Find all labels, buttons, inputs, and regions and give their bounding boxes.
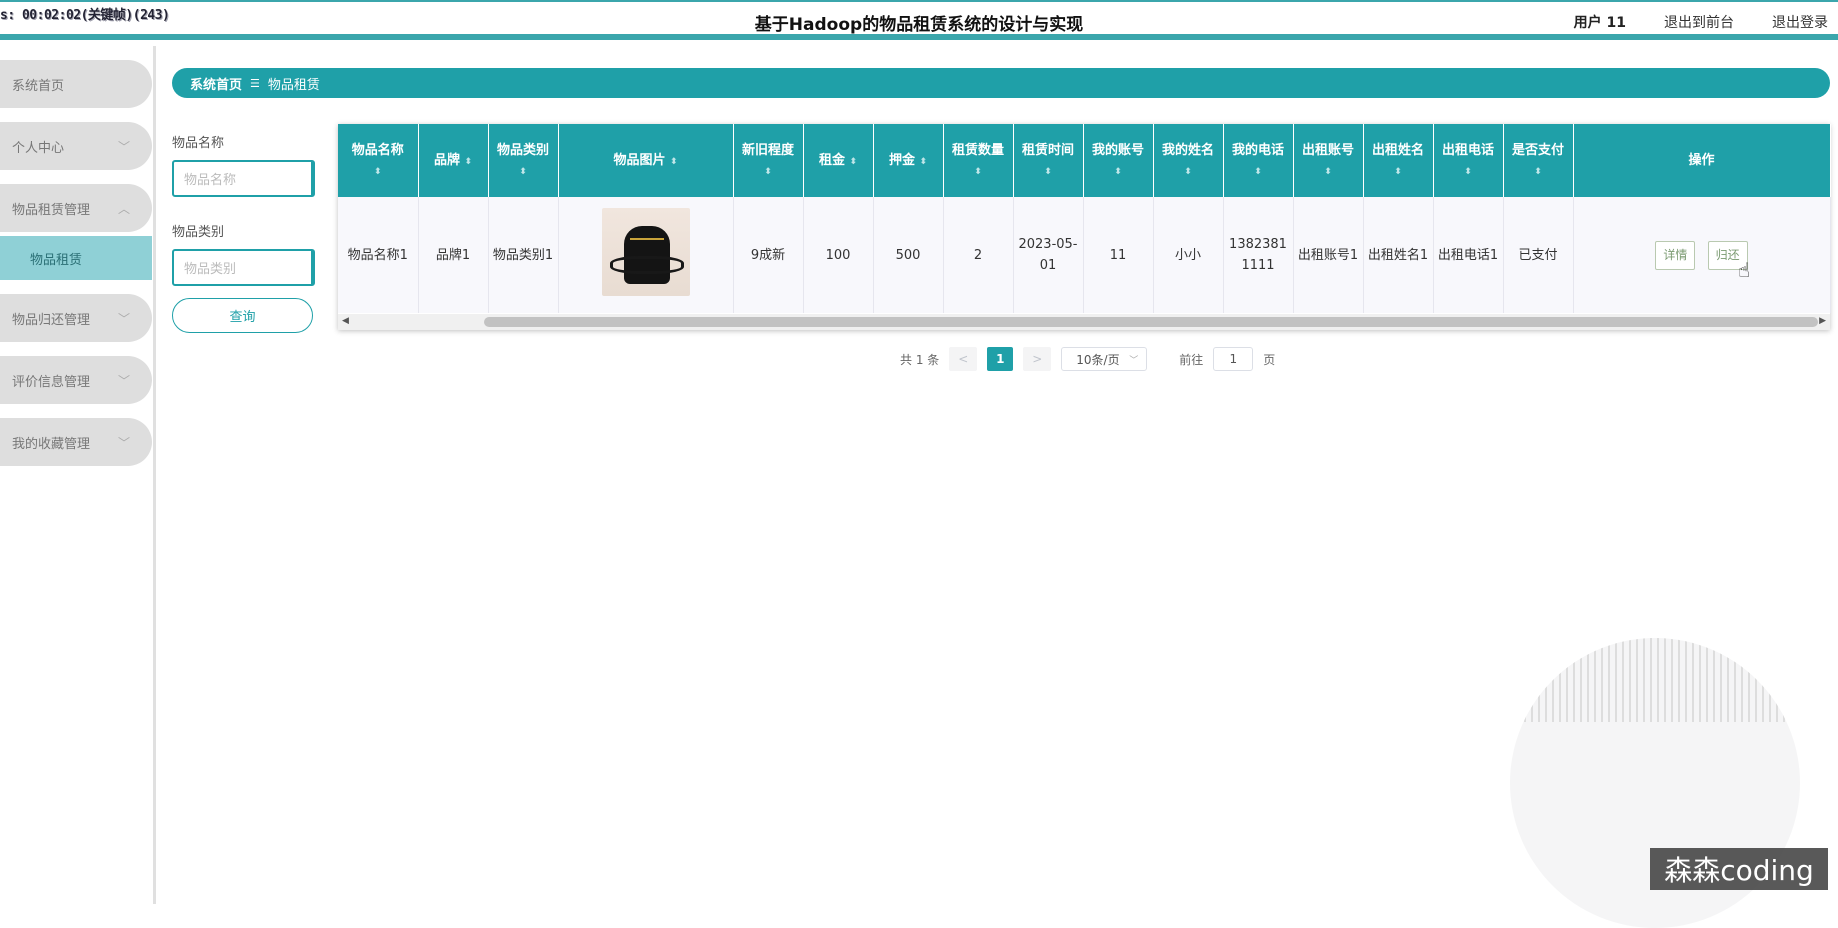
chevron-down-icon: ﹀ — [1129, 355, 1139, 366]
col-header-actions: 操作 — [1573, 124, 1831, 197]
sidebar-item-favorites-management[interactable]: 我的收藏管理 ﹀ — [0, 418, 152, 466]
col-header[interactable]: 我的电话 ⬍ — [1223, 124, 1294, 197]
cell-rent: 100 — [803, 197, 874, 313]
col-header[interactable]: 租赁数量 ⬍ — [943, 124, 1014, 197]
sidebar-item-review-management[interactable]: 评价信息管理 ﹀ — [0, 356, 152, 404]
scroll-right-icon[interactable]: ▶ — [1819, 316, 1826, 326]
sidebar: 系统首页 个人中心 ﹀ 物品租赁管理 ︿ 物品租赁 物品归还管理 ﹀ 评价信息管… — [0, 46, 156, 904]
decorative-stripes — [1510, 638, 1800, 722]
cell-deposit: 500 — [873, 197, 944, 313]
detail-button[interactable]: 详情 — [1655, 240, 1696, 270]
col-header[interactable]: 物品类别 ⬍ — [488, 124, 559, 197]
current-user: 用户 11 — [1573, 15, 1626, 31]
chevron-down-icon: ﹀ — [117, 311, 130, 326]
prev-page-button[interactable]: < — [949, 347, 978, 371]
col-header[interactable]: 租赁时间 ⬍ — [1013, 124, 1084, 197]
col-header[interactable]: 新旧程度 ⬍ — [733, 124, 804, 197]
cell-quantity: 2 — [943, 197, 1014, 313]
breadcrumb-current: 物品租赁 — [267, 77, 320, 93]
col-header[interactable]: 出租姓名 ⬍ — [1363, 124, 1434, 197]
col-header[interactable]: 我的账号 ⬍ — [1083, 124, 1154, 197]
cell-my-account: 11 — [1083, 197, 1154, 313]
scrollbar-thumb[interactable] — [484, 317, 1818, 327]
col-header[interactable]: 出租电话 ⬍ — [1433, 124, 1504, 197]
next-page-button[interactable]: > — [1023, 347, 1052, 371]
cell-category: 物品类别1 — [488, 197, 559, 313]
sidebar-item-label: 评价信息管理 — [12, 374, 91, 390]
cell-actions: 详情 归还 — [1573, 197, 1831, 313]
exit-to-front-link[interactable]: 退出到前台 — [1664, 12, 1734, 32]
col-header[interactable]: 物品名称 ⬍ — [338, 124, 419, 197]
col-header[interactable]: 品牌 ⬍ — [418, 124, 489, 197]
breadcrumb-home[interactable]: 系统首页 — [190, 74, 242, 93]
top-bar: s: 00:02:02(关键帧)(243) 基于Hadoop的物品租赁系统的设计… — [0, 0, 1838, 40]
cell-owner-name: 出租姓名1 — [1363, 197, 1434, 313]
col-header[interactable]: 出租账号 ⬍ — [1293, 124, 1364, 197]
watermark: 森森coding — [1650, 848, 1828, 890]
col-header[interactable]: 押金 ⬍ — [873, 124, 944, 197]
header-actions: 用户 11 退出到前台 退出登录 — [1574, 12, 1828, 32]
chevron-up-icon: ︿ — [117, 201, 130, 216]
chevron-down-icon: ﹀ — [117, 139, 130, 154]
bag-shape — [623, 225, 670, 284]
bag-strap — [609, 255, 684, 274]
goto-label: 前往 — [1179, 352, 1204, 367]
chevron-down-icon: ﹀ — [117, 435, 130, 450]
col-header[interactable]: 我的姓名 ⬍ — [1153, 124, 1224, 197]
goto-page-input[interactable]: 1 — [1213, 347, 1254, 371]
horizontal-scrollbar[interactable]: ◀ ▶ — [338, 314, 1830, 330]
cell-date: 2023-05-01 — [1013, 197, 1084, 313]
page-size-select[interactable]: 10条/页 ﹀ — [1061, 347, 1148, 371]
page-size-value: 10条/页 — [1076, 352, 1120, 367]
category-label: 物品类别 — [172, 225, 225, 240]
breadcrumb: 系统首页 ☰ 物品租赁 — [172, 68, 1830, 98]
current-page[interactable]: 1 — [987, 347, 1014, 371]
sidebar-item-label: 个人中心 — [12, 140, 65, 156]
cell-image — [558, 197, 734, 313]
sidebar-item-label: 物品租赁管理 — [12, 202, 91, 218]
hand-pointer-icon: ☝ — [1738, 258, 1751, 282]
item-name-input[interactable]: 物品名称 — [172, 160, 315, 197]
sidebar-item-rental[interactable]: 物品租赁 — [0, 236, 152, 280]
col-header[interactable]: 物品图片 ⬍ — [558, 124, 734, 197]
cell-name: 物品名称1 — [338, 197, 419, 313]
cell-owner-account: 出租账号1 — [1293, 197, 1364, 313]
item-photo[interactable] — [601, 207, 690, 296]
search-button[interactable]: 查询 — [172, 298, 313, 333]
col-header[interactable]: 租金 ⬍ — [803, 124, 874, 197]
sidebar-item-label: 物品归还管理 — [12, 312, 91, 328]
breadcrumb-separator: ☰ — [250, 76, 260, 90]
table-header-row: 物品名称 ⬍ 品牌 ⬍ 物品类别 ⬍ 物品图片 ⬍ 新旧程度 ⬍ 租金 ⬍ 押金 ⬍ … — [338, 124, 1831, 197]
sidebar-item-rental-management[interactable]: 物品租赁管理 ︿ — [0, 184, 152, 232]
col-header[interactable]: 是否支付 ⬍ — [1503, 124, 1574, 197]
name-label: 物品名称 — [172, 136, 225, 151]
pagination: 共 1 条 < 1 > 10条/页 ﹀ 前往 1 页 — [900, 347, 1275, 371]
table-row: 物品名称1 品牌1 物品类别1 9成新 100 500 2 2023-05-01… — [338, 197, 1831, 313]
sidebar-item-label: 物品租赁 — [30, 252, 83, 268]
sidebar-item-label: 我的收藏管理 — [12, 436, 91, 452]
item-category-input[interactable]: 物品类别 — [172, 249, 315, 286]
logout-link[interactable]: 退出登录 — [1772, 12, 1828, 32]
app-title: 基于Hadoop的物品租赁系统的设计与实现 — [754, 15, 1084, 35]
sidebar-item-home[interactable]: 系统首页 — [0, 60, 152, 108]
cell-my-name: 小小 — [1153, 197, 1224, 313]
rental-table: 物品名称 ⬍ 品牌 ⬍ 物品类别 ⬍ 物品图片 ⬍ 新旧程度 ⬍ 租金 ⬍ 押金 ⬍ … — [338, 124, 1831, 330]
cell-brand: 品牌1 — [418, 197, 489, 313]
cell-condition: 9成新 — [733, 197, 804, 313]
page-unit: 页 — [1263, 352, 1276, 367]
cell-my-phone: 13823811111 — [1223, 197, 1294, 313]
cell-paid: 已支付 — [1503, 197, 1574, 313]
total-count: 共 1 条 — [900, 352, 940, 367]
bag-zipper — [629, 237, 664, 240]
cell-owner-phone: 出租电话1 — [1433, 197, 1504, 313]
sidebar-item-return-management[interactable]: 物品归还管理 ﹀ — [0, 294, 152, 342]
scroll-left-icon[interactable]: ◀ — [342, 316, 349, 326]
search-panel: 物品名称 物品名称 物品类别 物品类别 查询 — [172, 132, 317, 333]
sidebar-item-profile[interactable]: 个人中心 ﹀ — [0, 122, 152, 170]
chevron-down-icon: ﹀ — [117, 373, 130, 388]
sidebar-item-label: 系统首页 — [12, 78, 65, 94]
